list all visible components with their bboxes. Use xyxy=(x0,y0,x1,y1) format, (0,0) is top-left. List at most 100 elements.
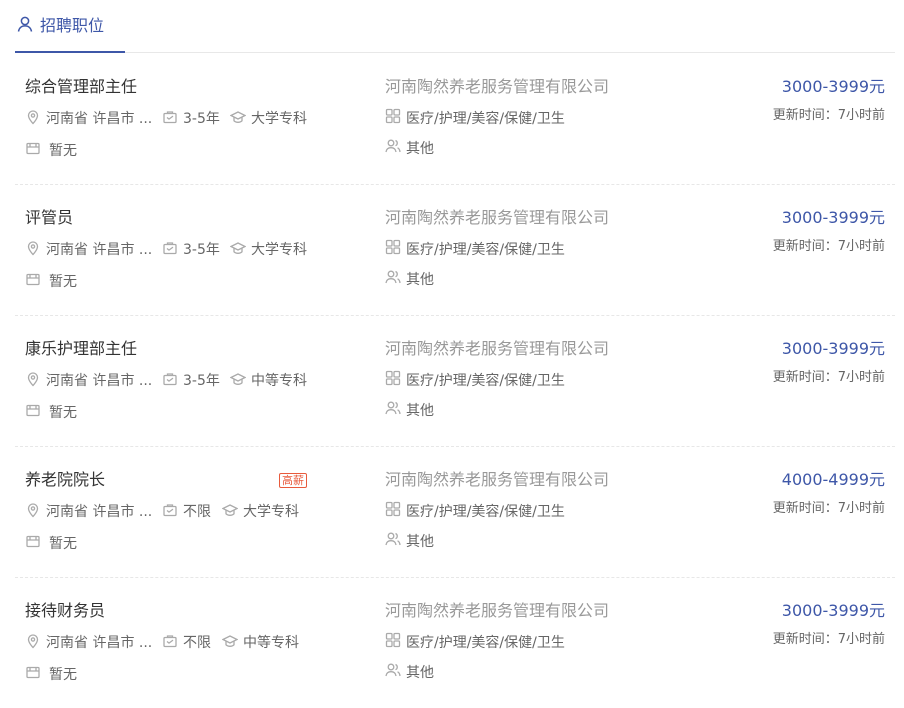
salary: 3000-3999元 xyxy=(781,77,885,96)
job-experience: 3-5年 xyxy=(162,240,220,260)
job-location: 河南省 许昌市 ... xyxy=(25,502,152,522)
graduation-cap-icon xyxy=(229,109,247,129)
location-text: 河南省 许昌市 ... xyxy=(46,242,153,258)
gift-icon xyxy=(25,402,41,422)
gift-icon xyxy=(25,664,41,684)
job-location: 河南省 许昌市 ... xyxy=(25,240,152,260)
location-pin-icon xyxy=(25,240,41,260)
salary: 3000-3999元 xyxy=(781,601,885,620)
company-size: 其他 xyxy=(385,138,434,158)
company-industry: 医疗/护理/美容/保健/卫生 xyxy=(385,239,565,259)
experience-text: 3-5年 xyxy=(183,111,220,127)
job-welfare: 暂无 xyxy=(25,664,77,684)
company-size-text: 其他 xyxy=(406,403,434,419)
education-text: 大学专科 xyxy=(251,242,307,258)
job-listing-page: 招聘职位 综合管理部主任 河南省 许昌市 ... 3-5年 大学专科 暂无 河南… xyxy=(0,0,904,696)
location-text: 河南省 许昌市 ... xyxy=(46,111,153,127)
location-pin-icon xyxy=(25,502,41,522)
location-pin-icon xyxy=(25,109,41,129)
high-salary-badge: 高薪 xyxy=(279,473,307,488)
experience-text: 不限 xyxy=(183,504,211,520)
job-education: 大学专科 xyxy=(229,109,307,129)
tab-bar: 招聘职位 xyxy=(15,0,895,53)
graduation-cap-icon xyxy=(229,371,247,391)
experience-text: 不限 xyxy=(183,635,211,651)
industry-text: 医疗/护理/美容/保健/卫生 xyxy=(406,373,565,389)
people-icon xyxy=(385,531,401,551)
salary: 4000-4999元 xyxy=(781,470,885,489)
company-size: 其他 xyxy=(385,400,434,420)
job-welfare: 暂无 xyxy=(25,402,77,422)
updated-time: 更新时间：7小时前 xyxy=(772,501,885,516)
people-icon xyxy=(385,400,401,420)
job-location: 河南省 许昌市 ... xyxy=(25,371,152,391)
industry-text: 医疗/护理/美容/保健/卫生 xyxy=(406,111,565,127)
location-text: 河南省 许昌市 ... xyxy=(46,504,153,520)
tab-recruitment-positions[interactable]: 招聘职位 xyxy=(15,0,125,53)
job-location: 河南省 许昌市 ... xyxy=(25,109,152,129)
graduation-cap-icon xyxy=(221,502,239,522)
grid-icon xyxy=(385,370,401,390)
job-education: 中等专科 xyxy=(229,371,307,391)
location-pin-icon xyxy=(25,371,41,391)
job-experience: 不限 xyxy=(162,633,211,653)
job-experience: 3-5年 xyxy=(162,109,220,129)
education-text: 中等专科 xyxy=(243,635,299,651)
company-size-text: 其他 xyxy=(406,141,434,157)
job-welfare: 暂无 xyxy=(25,533,77,553)
company-industry: 医疗/护理/美容/保健/卫生 xyxy=(385,632,565,652)
grid-icon xyxy=(385,632,401,652)
welfare-text: 暂无 xyxy=(49,405,77,421)
job-education: 中等专科 xyxy=(221,633,299,653)
updated-time: 更新时间：7小时前 xyxy=(772,239,885,254)
job-row[interactable]: 康乐护理部主任 河南省 许昌市 ... 3-5年 中等专科 暂无 河南陶然养老服… xyxy=(15,315,895,447)
grid-icon xyxy=(385,239,401,259)
experience-text: 3-5年 xyxy=(183,373,220,389)
briefcase-icon xyxy=(162,240,178,260)
updated-time: 更新时间：7小时前 xyxy=(772,370,885,385)
location-text: 河南省 许昌市 ... xyxy=(46,373,153,389)
job-experience: 3-5年 xyxy=(162,371,220,391)
company-industry: 医疗/护理/美容/保健/卫生 xyxy=(385,501,565,521)
company-name[interactable]: 河南陶然养老服务管理有限公司 xyxy=(385,77,609,97)
job-row[interactable]: 接待财务员 河南省 许昌市 ... 不限 中等专科 暂无 河南陶然养老服务管理有… xyxy=(15,577,895,708)
people-icon xyxy=(385,662,401,682)
job-education: 大学专科 xyxy=(221,502,299,522)
job-row[interactable]: 综合管理部主任 河南省 许昌市 ... 3-5年 大学专科 暂无 河南陶然养老服… xyxy=(15,53,895,185)
salary: 3000-3999元 xyxy=(781,208,885,227)
company-industry: 医疗/护理/美容/保健/卫生 xyxy=(385,108,565,128)
industry-text: 医疗/护理/美容/保健/卫生 xyxy=(406,504,565,520)
education-text: 大学专科 xyxy=(251,111,307,127)
company-size-text: 其他 xyxy=(406,534,434,550)
briefcase-icon xyxy=(162,502,178,522)
welfare-text: 暂无 xyxy=(49,274,77,290)
job-title[interactable]: 接待财务员 xyxy=(25,601,105,621)
education-text: 大学专科 xyxy=(243,504,299,520)
job-title[interactable]: 养老院院长 xyxy=(25,470,105,490)
job-welfare: 暂无 xyxy=(25,140,77,160)
company-name[interactable]: 河南陶然养老服务管理有限公司 xyxy=(385,601,609,621)
updated-time: 更新时间：7小时前 xyxy=(772,632,885,647)
company-name[interactable]: 河南陶然养老服务管理有限公司 xyxy=(385,208,609,228)
education-text: 中等专科 xyxy=(251,373,307,389)
briefcase-icon xyxy=(162,371,178,391)
job-row[interactable]: 养老院院长 高薪 河南省 许昌市 ... 不限 大学专科 暂无 河南陶然养老服务… xyxy=(15,446,895,578)
people-icon xyxy=(385,138,401,158)
user-icon xyxy=(16,15,34,37)
job-title[interactable]: 康乐护理部主任 xyxy=(25,339,137,359)
job-title[interactable]: 评管员 xyxy=(25,208,73,228)
company-name[interactable]: 河南陶然养老服务管理有限公司 xyxy=(385,339,609,359)
job-education: 大学专科 xyxy=(229,240,307,260)
job-title[interactable]: 综合管理部主任 xyxy=(25,77,137,97)
location-text: 河南省 许昌市 ... xyxy=(46,635,153,651)
job-row[interactable]: 评管员 河南省 许昌市 ... 3-5年 大学专科 暂无 河南陶然养老服务管理有… xyxy=(15,184,895,316)
briefcase-icon xyxy=(162,633,178,653)
company-size-text: 其他 xyxy=(406,272,434,288)
location-pin-icon xyxy=(25,633,41,653)
industry-text: 医疗/护理/美容/保健/卫生 xyxy=(406,635,565,651)
gift-icon xyxy=(25,533,41,553)
people-icon xyxy=(385,269,401,289)
welfare-text: 暂无 xyxy=(49,143,77,159)
experience-text: 3-5年 xyxy=(183,242,220,258)
company-name[interactable]: 河南陶然养老服务管理有限公司 xyxy=(385,470,609,490)
